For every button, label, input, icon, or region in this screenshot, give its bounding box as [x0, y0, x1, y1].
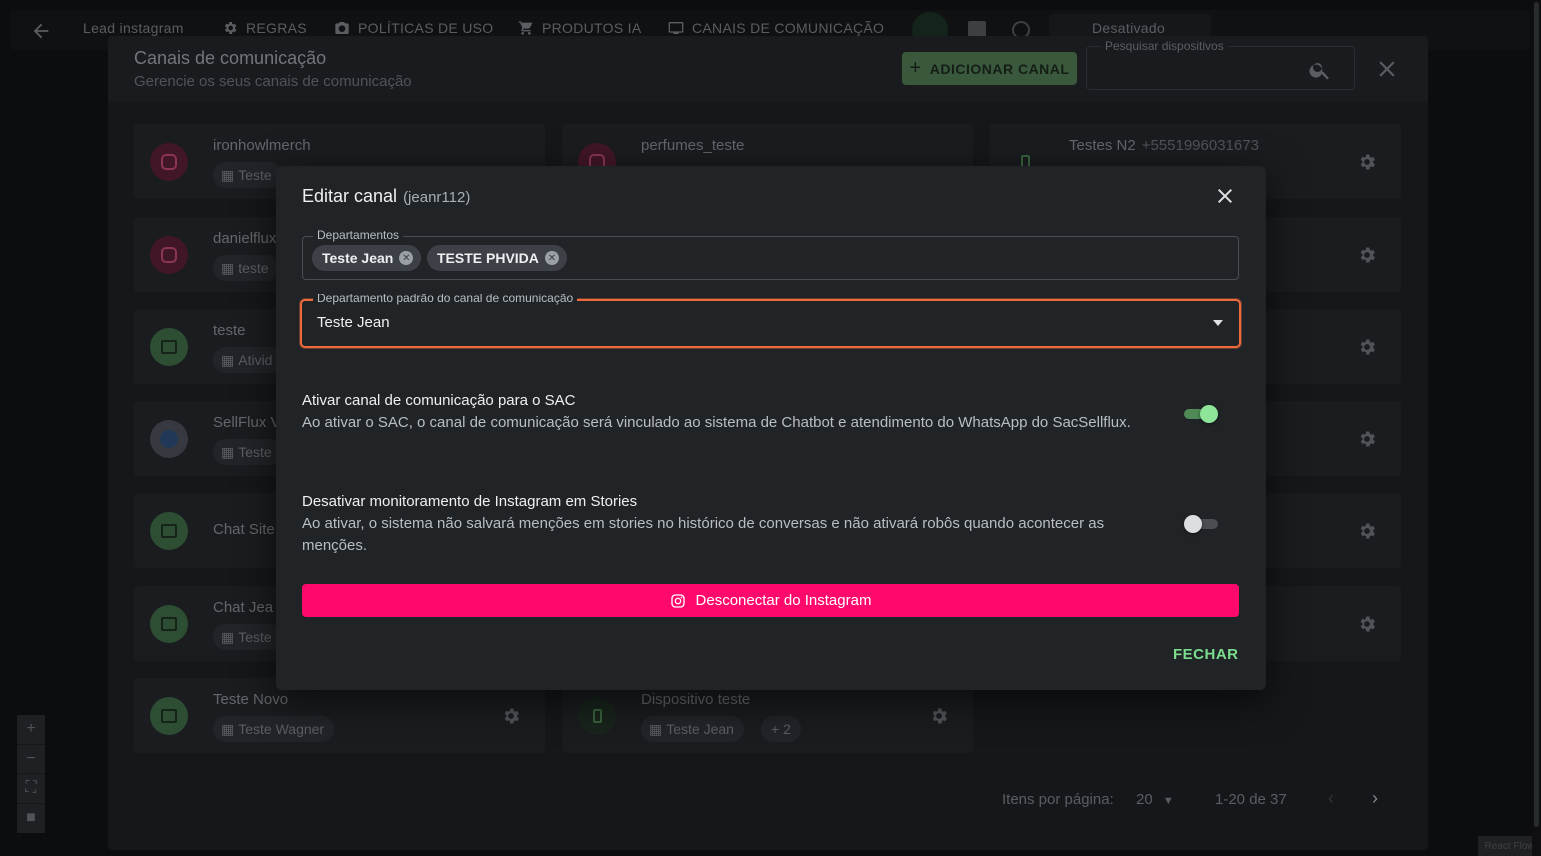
sac-option-description: Ao ativar o SAC, o canal de comunicação …: [302, 414, 1131, 431]
stories-option-title: Desativar monitoramento de Instagram em …: [302, 493, 638, 510]
instagram-icon: [670, 593, 685, 608]
switch-thumb: [1184, 515, 1202, 533]
dialog-title-text: Editar canal: [302, 186, 398, 206]
default-department-label: Departamento padrão do canal de comunica…: [313, 294, 578, 308]
edit-channel-dialog: Editar canal (jeanr112) Departamentos Tes…: [276, 166, 1266, 690]
close-dialog-button[interactable]: FECHAR: [1173, 646, 1239, 663]
stories-toggle[interactable]: [1184, 514, 1220, 534]
disconnect-instagram-label: Desconectar do Instagram: [695, 592, 872, 609]
dialog-subtitle: (jeanr112): [403, 189, 471, 206]
default-department-value: Teste Jean: [317, 314, 390, 331]
close-icon[interactable]: [1213, 184, 1237, 208]
sac-option-title: Ativar canal de comunicação para o SAC: [302, 392, 576, 409]
disconnect-instagram-button[interactable]: Desconectar do Instagram: [302, 584, 1239, 617]
chip-label: Teste Jean: [322, 250, 394, 266]
switch-thumb: [1200, 405, 1218, 423]
remove-chip-icon[interactable]: ✕: [399, 251, 414, 265]
sac-toggle[interactable]: [1182, 404, 1218, 424]
chip-label: TESTE PHVIDA: [437, 250, 539, 266]
department-chip: TESTE PHVIDA ✕: [427, 245, 567, 271]
remove-chip-icon[interactable]: ✕: [544, 251, 559, 265]
dialog-title: Editar canal (jeanr112): [302, 186, 470, 207]
departments-label: Departamentos: [313, 228, 404, 242]
caret-down-icon: [1213, 320, 1223, 326]
department-chip: Teste Jean ✕: [312, 245, 422, 271]
stories-option-description: Ao ativar, o sistema não salvará menções…: [302, 515, 1105, 554]
